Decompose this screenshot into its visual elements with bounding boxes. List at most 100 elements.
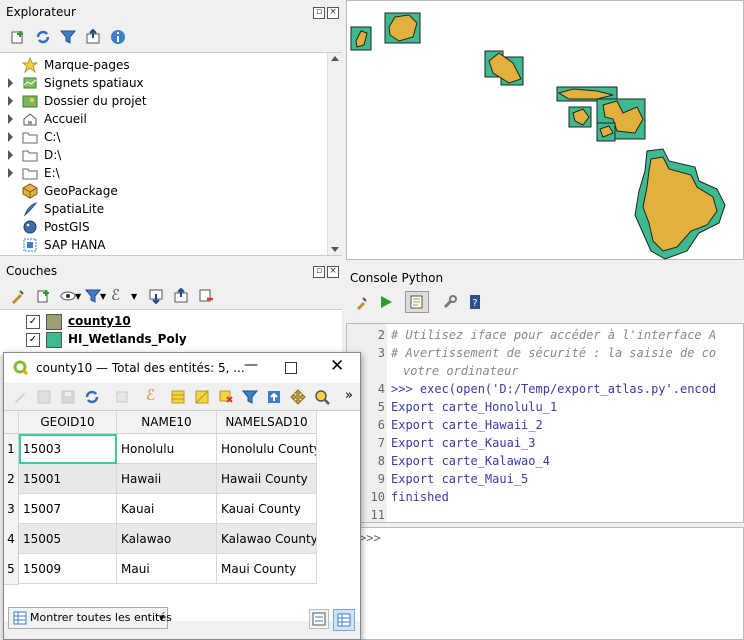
move-selection-top-icon[interactable]: [266, 389, 282, 405]
filter-legend-icon[interactable]: [85, 288, 101, 304]
console-input[interactable]: >>>: [346, 527, 744, 640]
expand-arrow-icon[interactable]: [8, 78, 13, 88]
table-cell[interactable]: 15005: [19, 524, 117, 554]
expand-arrow-icon[interactable]: [8, 168, 13, 178]
tree-item-e-drive[interactable]: E:\: [0, 164, 326, 182]
maximize-icon[interactable]: [285, 362, 297, 374]
chevron-down-icon[interactable]: ▼: [75, 292, 81, 301]
add-feature-icon[interactable]: [114, 389, 130, 405]
more-tools-icon[interactable]: »: [345, 388, 353, 403]
layer-row-wetlands[interactable]: ✓ HI_Wetlands_Poly: [24, 331, 324, 349]
reload-icon[interactable]: [84, 389, 100, 405]
table-cell[interactable]: Kalawao: [117, 524, 217, 554]
tree-item-dossier-projet[interactable]: Dossier du projet: [0, 92, 326, 110]
table-cell[interactable]: Honolulu County: [217, 434, 317, 464]
visibility-eye-icon[interactable]: [60, 288, 76, 304]
table-cell[interactable]: Hawaii County: [217, 464, 317, 494]
run-command-icon[interactable]: [378, 294, 394, 310]
expand-arrow-icon[interactable]: [8, 150, 13, 160]
row-header[interactable]: 2: [4, 464, 19, 495]
table-cell[interactable]: Kauai County: [217, 494, 317, 524]
tree-item-spatialite[interactable]: SpatiaLite: [0, 200, 326, 218]
expand-arrow-icon[interactable]: [8, 132, 13, 142]
row-header[interactable]: 4: [4, 524, 19, 555]
save-edits-icon[interactable]: [60, 389, 76, 405]
add-group-icon[interactable]: [35, 288, 51, 304]
tree-item-accueil[interactable]: Accueil: [0, 110, 326, 128]
show-all-features-button[interactable]: Montrer toutes les entités ▼: [8, 607, 172, 629]
filter-button-label: Montrer toutes les entités: [30, 611, 172, 624]
invert-selection-icon[interactable]: [194, 389, 210, 405]
browser-scrollbar[interactable]: [327, 53, 342, 255]
console-output[interactable]: 2 # Utilisez iface pour accéder à l'inter…: [346, 323, 744, 523]
help-book-icon[interactable]: ?: [467, 294, 483, 310]
row-header[interactable]: 1: [4, 434, 19, 465]
layer-row-county10[interactable]: ✓ county10: [24, 313, 324, 331]
layer-symbol-swatch: [46, 314, 62, 330]
window-titlebar[interactable]: county10 — Total des entités: 5, ... — ✕: [4, 353, 360, 383]
pan-to-selection-icon[interactable]: [290, 389, 306, 405]
tree-item-marque-pages[interactable]: Marque-pages: [0, 56, 326, 74]
map-canvas[interactable]: [346, 0, 744, 260]
expression-filter-icon[interactable]: ℰ: [111, 286, 120, 304]
table-cell[interactable]: 15009: [19, 554, 117, 584]
table-cell[interactable]: Kauai: [117, 494, 217, 524]
style-manager-icon[interactable]: [10, 288, 26, 304]
close-panel-icon[interactable]: ×: [327, 266, 339, 278]
expand-arrow-icon[interactable]: [8, 114, 13, 124]
remove-layer-icon[interactable]: [198, 288, 214, 304]
tree-item-c-drive[interactable]: C:\: [0, 128, 326, 146]
layer-checkbox[interactable]: ✓: [26, 333, 40, 347]
collapse-all-icon[interactable]: [173, 288, 189, 304]
add-selected-layers-icon[interactable]: [10, 29, 26, 45]
column-header[interactable]: GEOID10: [19, 411, 117, 434]
tree-item-d-drive[interactable]: D:\: [0, 146, 326, 164]
tree-item-postgis[interactable]: PostGIS: [0, 218, 326, 236]
geopackage-icon: [22, 183, 38, 199]
filter-select-icon[interactable]: [242, 389, 258, 405]
console-line: votre ordinateur: [403, 364, 519, 378]
row-header[interactable]: 3: [4, 494, 19, 525]
table-view-button[interactable]: [333, 609, 355, 631]
table-cell[interactable]: Honolulu: [117, 434, 217, 464]
collapse-all-icon[interactable]: [85, 29, 101, 45]
chevron-down-icon[interactable]: ▼: [100, 292, 106, 301]
table-cell[interactable]: Kalawao County: [217, 524, 317, 554]
row-header[interactable]: 5: [4, 554, 19, 585]
layer-checkbox[interactable]: ✓: [26, 315, 40, 329]
tree-item-geopackage[interactable]: GeoPackage: [0, 182, 326, 200]
tree-item-signets-spatiaux[interactable]: Signets spatiaux: [0, 74, 326, 92]
expand-arrow-icon[interactable]: [8, 96, 13, 106]
show-editor-button[interactable]: [405, 291, 429, 313]
refresh-icon[interactable]: [35, 29, 51, 45]
table-cell[interactable]: 15007: [19, 494, 117, 524]
float-panel-icon[interactable]: ▫: [313, 7, 325, 19]
chevron-down-icon[interactable]: ▼: [131, 292, 137, 301]
select-by-expression-icon[interactable]: ℰ: [146, 386, 155, 404]
table-cell[interactable]: 15001: [19, 464, 117, 494]
tree-item-sap-hana[interactable]: SAP HANA: [0, 236, 326, 254]
column-header[interactable]: NAMELSAD10: [217, 411, 317, 434]
close-window-icon[interactable]: ✕: [330, 356, 344, 376]
deselect-icon[interactable]: [218, 389, 234, 405]
select-all-icon[interactable]: [170, 389, 186, 405]
filter-icon[interactable]: [60, 29, 76, 45]
table-cell[interactable]: Maui: [117, 554, 217, 584]
attribute-table-window[interactable]: county10 — Total des entités: 5, ... — ✕…: [3, 352, 361, 640]
settings-wrench-icon[interactable]: [442, 294, 458, 310]
form-view-button[interactable]: [309, 609, 329, 629]
table-cell[interactable]: Maui County: [217, 554, 317, 584]
minimize-icon[interactable]: —: [244, 357, 258, 373]
column-header[interactable]: NAME10: [117, 411, 217, 434]
layers-panel-title: Couches: [6, 264, 58, 278]
table-cell[interactable]: Hawaii: [117, 464, 217, 494]
close-panel-icon[interactable]: ×: [327, 7, 339, 19]
toggle-edit-icon[interactable]: [12, 389, 28, 405]
clear-console-icon[interactable]: [354, 294, 370, 310]
info-icon[interactable]: [110, 29, 126, 45]
layer-name: county10: [68, 314, 131, 328]
expand-all-icon[interactable]: [148, 288, 164, 304]
float-panel-icon[interactable]: ▫: [313, 266, 325, 278]
multi-edit-icon[interactable]: [36, 389, 52, 405]
zoom-to-selection-icon[interactable]: [314, 389, 330, 405]
